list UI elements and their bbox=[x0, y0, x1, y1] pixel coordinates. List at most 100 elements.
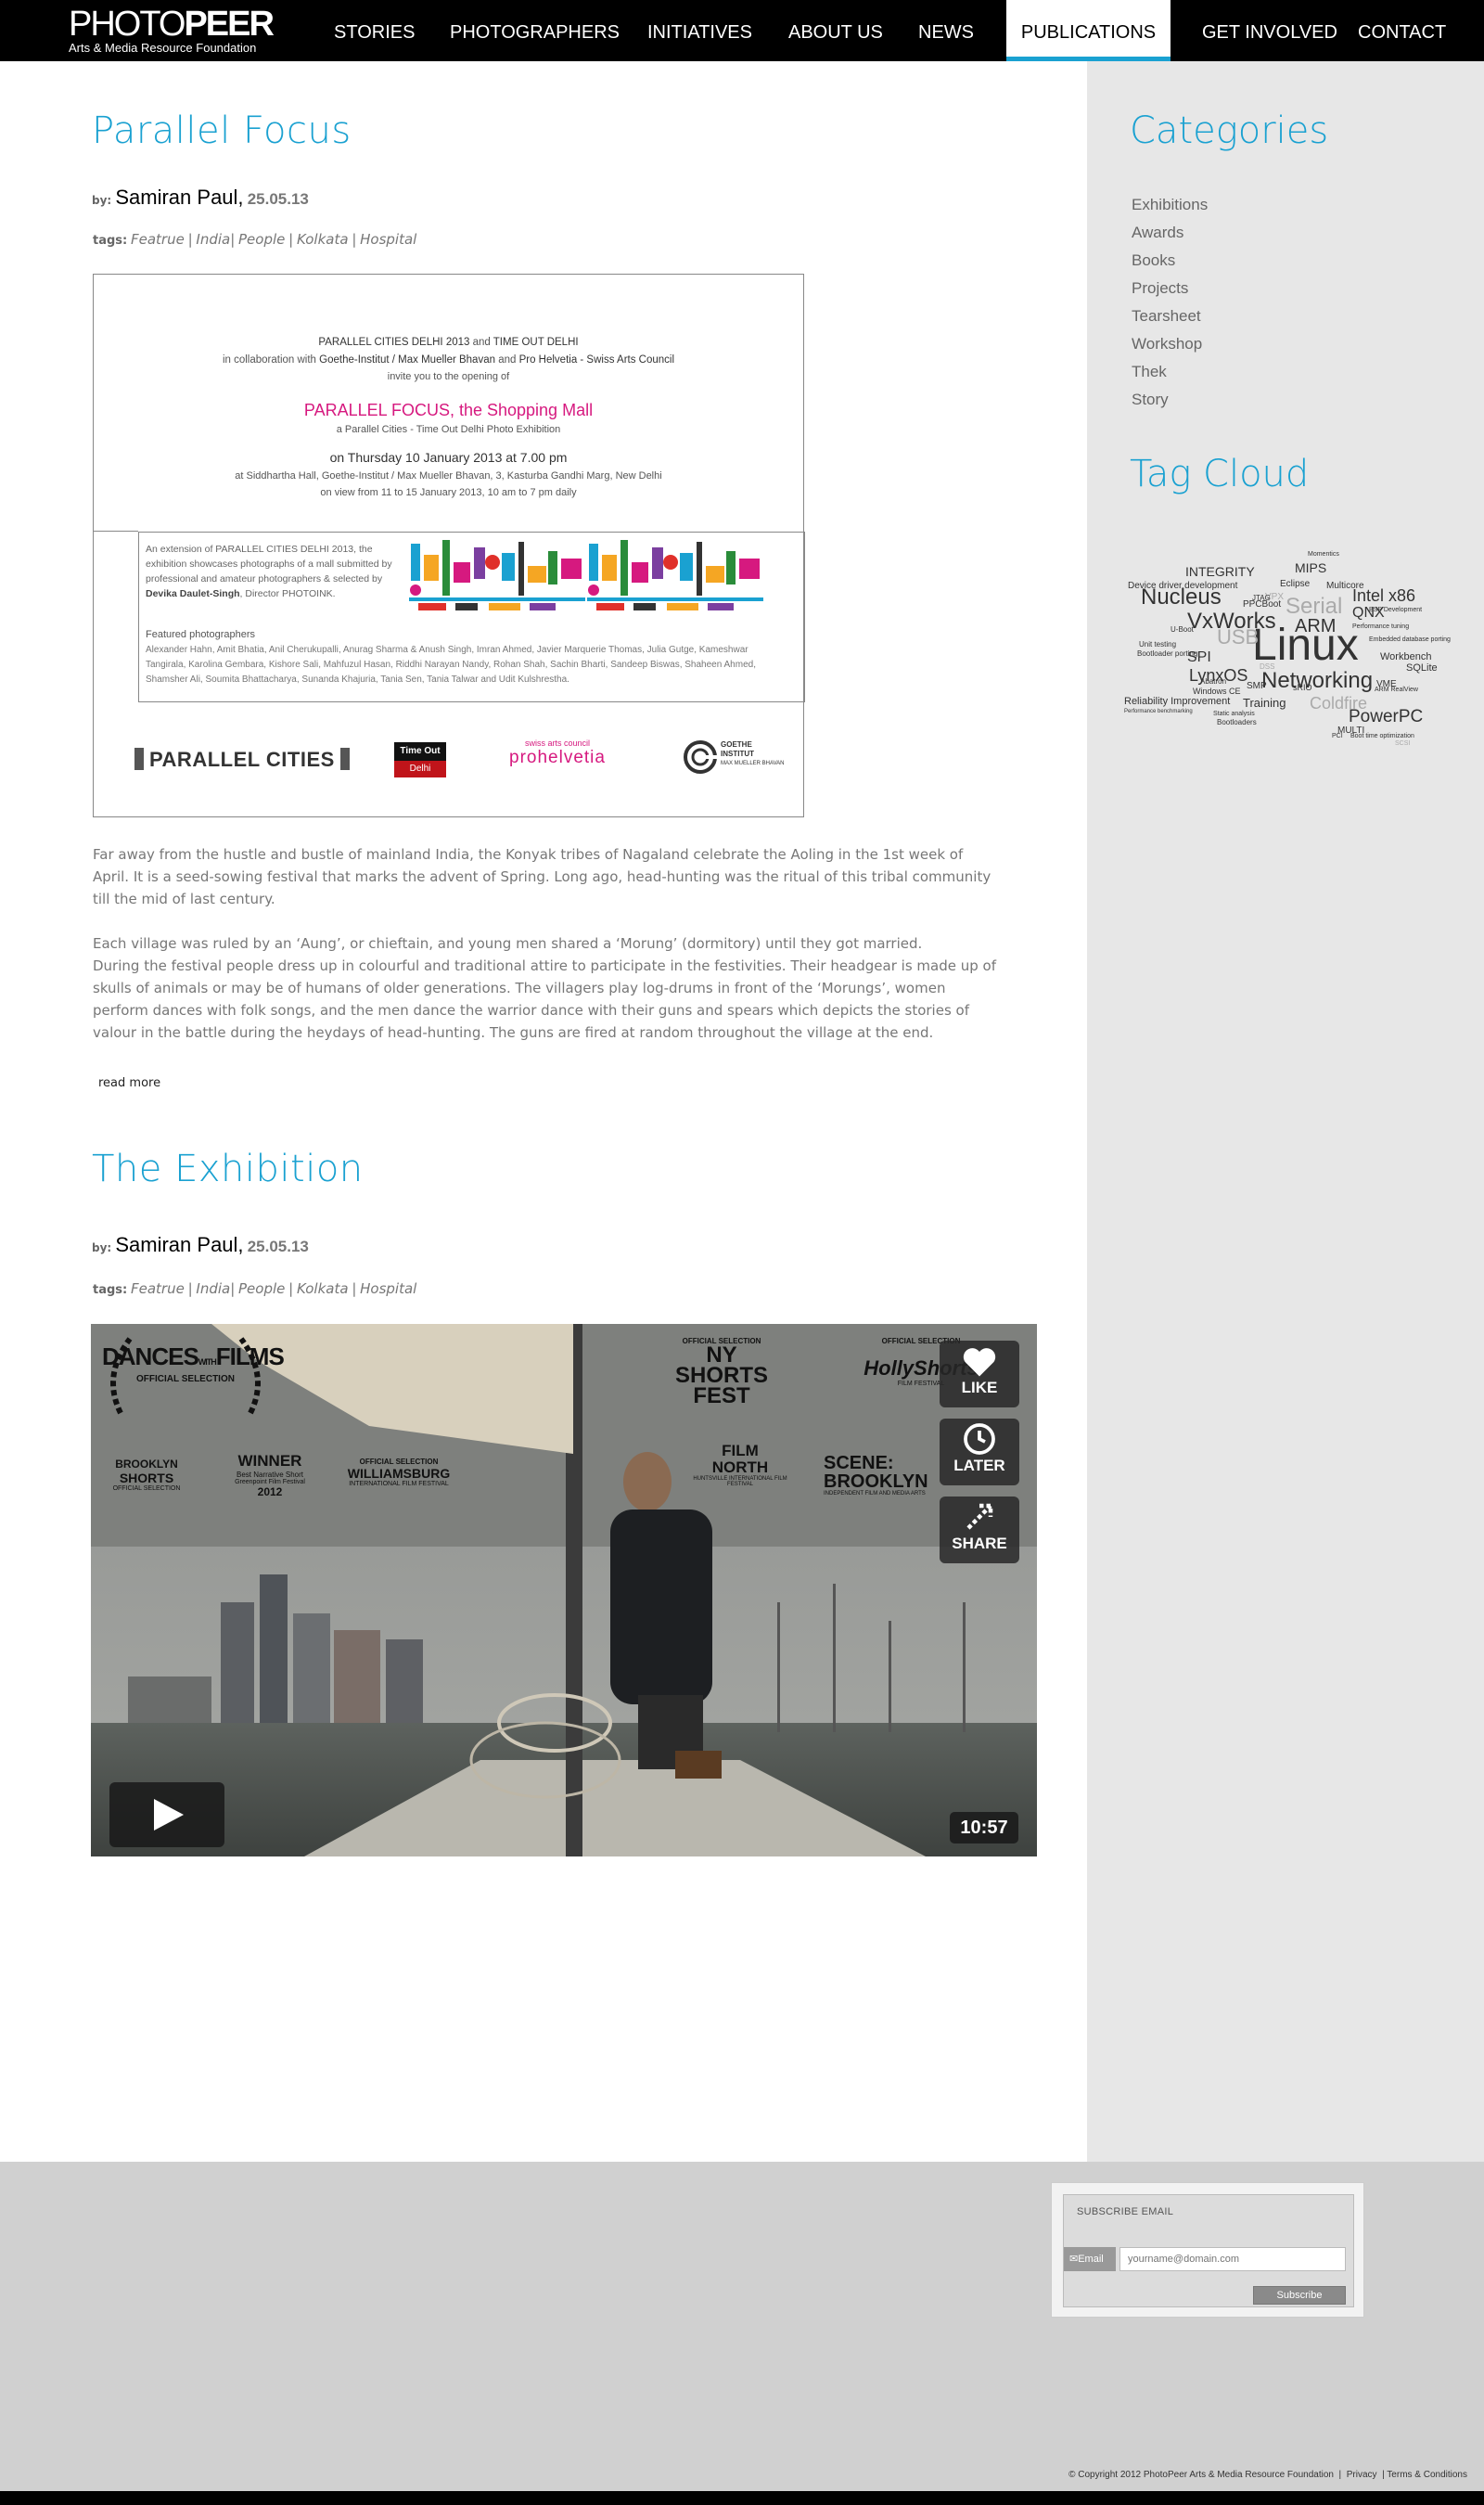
nav-get-involved[interactable]: GET INVOLVED bbox=[1202, 0, 1337, 61]
nav-contact[interactable]: CONTACT bbox=[1358, 0, 1446, 61]
nav-publications[interactable]: PUBLICATIONS bbox=[1006, 0, 1171, 61]
subscribe-button[interactable]: Subscribe bbox=[1253, 2286, 1346, 2305]
tag-cloud-item[interactable]: Unit testing bbox=[1139, 640, 1176, 649]
tag-cloud-item[interactable]: Training bbox=[1243, 696, 1286, 710]
post-title[interactable]: Parallel Focus bbox=[92, 109, 352, 152]
tag-cloud-item[interactable]: Momentics bbox=[1308, 551, 1339, 558]
sidebar: Categories Exhibitions Awards Books Proj… bbox=[1087, 61, 1484, 2162]
tag-link[interactable]: People bbox=[238, 231, 285, 248]
email-field[interactable] bbox=[1119, 2247, 1346, 2271]
categories-heading: Categories bbox=[1130, 109, 1329, 152]
tag-cloud-item[interactable]: Boot time optimization bbox=[1350, 733, 1414, 739]
tag-link[interactable]: Featrue bbox=[131, 231, 185, 248]
tag-cloud-item[interactable]: ARM bbox=[1295, 616, 1336, 637]
privacy-link[interactable]: Privacy bbox=[1347, 2470, 1377, 2480]
tag-cloud-item[interactable]: Bootloaders bbox=[1217, 718, 1257, 726]
by-label: by: bbox=[92, 1241, 112, 1254]
tag-cloud-item[interactable]: JTAG bbox=[1252, 594, 1271, 602]
tag-cloud-item[interactable]: Workbench bbox=[1380, 651, 1431, 662]
read-more-link[interactable]: read more bbox=[98, 1076, 160, 1090]
invite-headline: PARALLEL FOCUS, the Shopping Mall bbox=[303, 401, 594, 419]
tag-cloud-item[interactable]: SMP bbox=[1247, 681, 1267, 691]
tag-link[interactable]: Kolkata bbox=[297, 1280, 349, 1297]
laurel-brooklyn-shorts: BROOKLYN SHORTS OFFICIAL SELECTION bbox=[112, 1458, 181, 1492]
site-logo[interactable]: PHOTOPEER Arts & Media Resource Foundati… bbox=[69, 6, 275, 55]
author-name[interactable]: Samiran Paul, bbox=[115, 186, 243, 209]
tag-cloud-item[interactable]: Windows CE bbox=[1193, 687, 1241, 696]
tag-cloud-item[interactable]: ARM RealView bbox=[1375, 687, 1418, 693]
nav-initiatives[interactable]: INITIATIVES bbox=[647, 0, 752, 61]
tag-cloud-item[interactable]: Performance benchmarking bbox=[1124, 709, 1193, 714]
nav-photographers[interactable]: PHOTOGRAPHERS bbox=[450, 0, 620, 61]
tag-cloud-item[interactable]: Abatron bbox=[1200, 677, 1226, 686]
tag-cloud-item[interactable]: Eclipse bbox=[1280, 579, 1310, 589]
author-name[interactable]: Samiran Paul, bbox=[115, 1233, 243, 1256]
tag-cloud-item[interactable]: Bootloader porting bbox=[1137, 649, 1197, 658]
category-link[interactable]: Thek bbox=[1132, 363, 1167, 381]
envelope-icon: ✉ bbox=[1069, 2254, 1079, 2265]
invite-where: at Siddhartha Hall, Goethe-Institut / Ma… bbox=[235, 470, 662, 482]
laurel-scene-brooklyn: SCENE: BROOKLYN INDEPENDENT FILM AND MED… bbox=[824, 1453, 928, 1497]
nav-stories[interactable]: STORIES bbox=[334, 0, 415, 61]
tag-link[interactable]: Hospital bbox=[360, 1280, 416, 1297]
tag-cloud-item[interactable]: DSS bbox=[1260, 662, 1274, 671]
post-date: 25.05.13 bbox=[247, 1238, 309, 1255]
tag-cloud-item[interactable]: PCI bbox=[1332, 733, 1343, 739]
tag-cloud-item[interactable]: Networking bbox=[1261, 668, 1373, 694]
clock-icon bbox=[964, 1423, 995, 1455]
tag-link[interactable]: Featrue bbox=[131, 1280, 185, 1297]
category-link[interactable]: Exhibitions bbox=[1132, 196, 1208, 214]
category-link[interactable]: Workshop bbox=[1132, 335, 1202, 353]
share-button[interactable]: SHARE bbox=[940, 1497, 1019, 1563]
play-button[interactable] bbox=[109, 1782, 224, 1847]
tag-link[interactable]: India bbox=[196, 231, 230, 248]
category-link[interactable]: Story bbox=[1132, 391, 1169, 409]
tag-cloud-item[interactable]: Device driver development bbox=[1128, 581, 1237, 591]
post-title[interactable]: The Exhibition bbox=[92, 1148, 364, 1190]
tag-cloud-item[interactable]: SCSI bbox=[1395, 740, 1410, 747]
tag-cloud-item[interactable]: USB bbox=[1217, 625, 1259, 649]
laurel-film-north: FILM NORTH HUNTSVILLE INTERNATIONAL FILM… bbox=[693, 1442, 787, 1488]
tag-cloud-item[interactable]: Multicore bbox=[1326, 581, 1364, 591]
terms-link[interactable]: Terms & Conditions bbox=[1387, 2470, 1467, 2480]
tag-cloud-item[interactable]: Static analysis bbox=[1213, 711, 1255, 717]
invite-view: on view from 11 to 15 January 2013, 10 a… bbox=[320, 487, 577, 498]
frame-line bbox=[94, 531, 138, 532]
category-link[interactable]: Awards bbox=[1132, 224, 1183, 242]
video-player[interactable]: DANCESWITHFILMS OFFICIAL SELECTION BROOK… bbox=[91, 1324, 1037, 1856]
tags-label: tags: bbox=[93, 234, 128, 248]
tag-link[interactable]: People bbox=[238, 1280, 285, 1297]
category-link[interactable]: Books bbox=[1132, 251, 1175, 270]
tag-cloud-item[interactable]: MIPS bbox=[1295, 560, 1326, 575]
tag-cloud-item[interactable]: U-Boot bbox=[1171, 625, 1194, 634]
tag-cloud-item[interactable]: SQLite bbox=[1406, 662, 1438, 674]
tag-link[interactable]: Hospital bbox=[360, 231, 416, 248]
like-button[interactable]: LIKE bbox=[940, 1341, 1019, 1407]
category-link[interactable]: Tearsheet bbox=[1132, 307, 1201, 326]
tag-cloud-item[interactable]: Performance tuning bbox=[1352, 623, 1409, 630]
tag-cloud-item[interactable]: Coldfire bbox=[1310, 694, 1367, 713]
tag-link[interactable]: Kolkata bbox=[297, 231, 349, 248]
tag-link[interactable]: India bbox=[196, 1280, 230, 1297]
logo-tagline: Arts & Media Resource Foundation bbox=[69, 41, 257, 55]
tag-cloud-item[interactable]: sRIO bbox=[1293, 683, 1312, 692]
tag-cloud-item[interactable]: INTEGRITY bbox=[1185, 564, 1255, 579]
tag-cloud-item[interactable]: BSP Development bbox=[1369, 607, 1422, 613]
email-label: ✉Email bbox=[1064, 2247, 1116, 2271]
tag-cloud-item[interactable]: Reliability Improvement bbox=[1124, 696, 1230, 707]
nav-news[interactable]: NEWS bbox=[918, 0, 974, 61]
footer-bottom-strip bbox=[0, 2491, 1484, 2505]
video-duration: 10:57 bbox=[950, 1812, 1018, 1843]
laurel-winner-greenpoint: WINNER Best Narrative Short Greenpoint F… bbox=[235, 1452, 305, 1498]
parallel-cities-logo: PARALLEL CITIES bbox=[134, 748, 350, 772]
nav-about-us[interactable]: ABOUT US bbox=[788, 0, 883, 61]
tag-cloud-item[interactable]: Embedded database porting bbox=[1369, 636, 1451, 643]
watch-later-button[interactable]: LATER bbox=[940, 1419, 1019, 1485]
page: PHOTOPEER Arts & Media Resource Foundati… bbox=[0, 0, 1484, 2505]
category-link[interactable]: Projects bbox=[1132, 279, 1188, 298]
top-navigation-bar: PHOTOPEER Arts & Media Resource Foundati… bbox=[0, 0, 1484, 61]
post-tags: tags: Featrue | India| People | Kolkata … bbox=[93, 231, 417, 248]
frame-line bbox=[138, 532, 139, 702]
invite-extension-text: An extension of PARALLEL CITIES DELHI 20… bbox=[146, 544, 392, 599]
invitation-image: PARALLEL CITIES DELHI 2013 and TIME OUT … bbox=[93, 274, 805, 817]
